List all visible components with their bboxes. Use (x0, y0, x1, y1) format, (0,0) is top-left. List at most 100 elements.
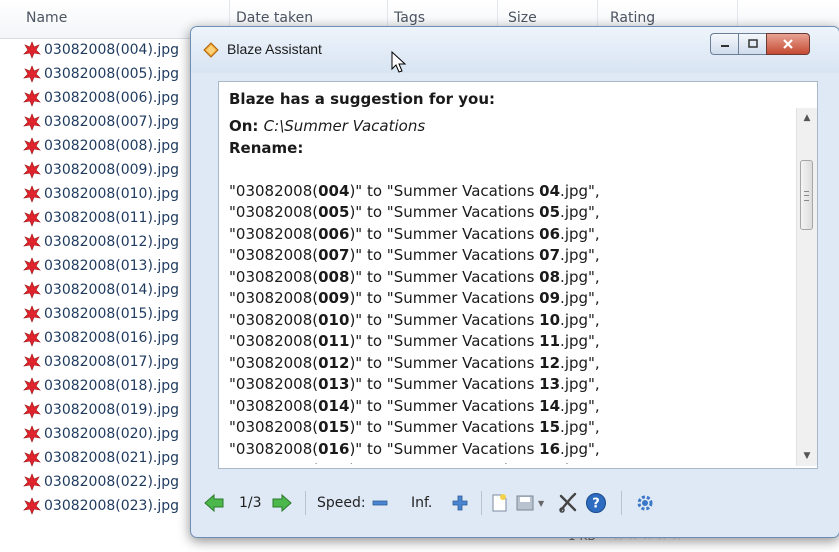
file-list-item[interactable]: 03082008(009).jpg (0, 158, 200, 182)
file-list-item[interactable]: 03082008(018).jpg (0, 374, 200, 398)
close-button[interactable] (766, 33, 810, 55)
file-list-item[interactable]: 03082008(010).jpg (0, 182, 200, 206)
file-list-item[interactable]: 03082008(023).jpg (0, 494, 200, 518)
file-list-item[interactable]: 03082008(007).jpg (0, 110, 200, 134)
blaze-file-icon (23, 425, 41, 443)
old-index: 006 (318, 224, 350, 243)
previous-button[interactable] (203, 491, 225, 515)
file-list-item[interactable]: 03082008(015).jpg (0, 302, 200, 326)
toolbar-separator (305, 491, 306, 515)
rename-line: "03082008(010)" to "Summer Vacations 10.… (229, 310, 600, 329)
blaze-file-icon (23, 41, 41, 59)
title-bar[interactable]: Blaze Assistant (191, 27, 839, 73)
scroll-up-arrow-icon: ▲ (803, 113, 811, 123)
old-index: 012 (318, 353, 350, 372)
file-name: 03082008(020).jpg (44, 426, 180, 442)
rename-line: "03082008(011)" to "Summer Vacations 11.… (229, 332, 600, 350)
file-list-item[interactable]: 03082008(021).jpg (0, 446, 200, 470)
blaze-file-icon (23, 305, 41, 323)
chevron-down-icon: ▼ (538, 498, 545, 508)
file-list-item[interactable]: 03082008(014).jpg (0, 278, 200, 302)
old-index: 010 (318, 310, 350, 329)
save-dropdown-button[interactable]: ▼ (515, 491, 544, 515)
file-list-item[interactable]: 03082008(013).jpg (0, 254, 200, 278)
plus-icon (452, 495, 468, 511)
scroll-down-button[interactable]: ▼ (797, 446, 817, 466)
rename-line: "03082008(007)" to "Summer Vacations 07.… (229, 246, 600, 264)
window-controls (710, 33, 810, 55)
rename-line: "03082008(009)" to "Summer Vacations 09.… (229, 289, 600, 307)
speed-decrease-button[interactable] (371, 491, 389, 515)
maximize-button[interactable] (738, 33, 766, 55)
toolbar-separator (621, 491, 622, 515)
wrench-scissors-icon (559, 492, 577, 513)
file-list-item[interactable]: 03082008(019).jpg (0, 398, 200, 422)
file-name: 03082008(022).jpg (44, 474, 180, 490)
maximize-icon (747, 39, 758, 48)
help-icon: ? (586, 493, 606, 513)
file-list-item[interactable]: 03082008(005).jpg (0, 62, 200, 86)
target-folder-path: C:\Summer Vacations (263, 117, 426, 135)
rename-line: "03082008(008)" to "Summer Vacations 08.… (229, 267, 600, 286)
suggestion-text[interactable]: On: C:\Summer Vacations Rename: "0308200… (229, 116, 794, 464)
file-name: 03082008(017).jpg (44, 354, 180, 370)
file-name: 03082008(006).jpg (44, 90, 180, 106)
file-list-item[interactable]: 03082008(016).jpg (0, 326, 200, 350)
new-index: 12 (539, 353, 561, 372)
arrow-right-icon (272, 493, 292, 513)
file-list-item[interactable]: 03082008(017).jpg (0, 350, 200, 374)
blaze-file-icon (23, 185, 41, 203)
new-document-button[interactable] (489, 491, 509, 515)
blaze-file-icon (23, 233, 41, 251)
blaze-assistant-window: Blaze Assistant Blaze has a suggestion f… (190, 26, 839, 538)
bottom-toolbar: 1/3 Speed: Inf. ▼ ? (191, 479, 839, 533)
file-name: 03082008(007).jpg (44, 114, 180, 130)
speed-increase-button[interactable] (451, 491, 469, 515)
speed-label: Speed: (317, 495, 366, 511)
help-button[interactable]: ? (585, 491, 607, 515)
file-name: 03082008(012).jpg (44, 234, 180, 250)
file-list-item[interactable]: 03082008(011).jpg (0, 206, 200, 230)
old-index: 017 (318, 461, 349, 464)
target-folder-line: On: C:\Summer Vacations (229, 116, 794, 138)
file-name: 03082008(015).jpg (44, 306, 180, 322)
old-index: 014 (318, 396, 350, 415)
blaze-diamond-icon (203, 42, 219, 58)
file-list-item[interactable]: 03082008(004).jpg (0, 38, 200, 62)
blaze-file-icon (23, 209, 41, 227)
file-list-item[interactable]: 03082008(008).jpg (0, 134, 200, 158)
minimize-icon (720, 45, 729, 47)
file-list-item[interactable]: 03082008(020).jpg (0, 422, 200, 446)
vertical-scrollbar[interactable]: ▲ ▼ (796, 108, 817, 466)
new-index: 17 (539, 461, 560, 464)
options-button[interactable] (635, 491, 655, 515)
scroll-thumb[interactable] (800, 160, 813, 230)
file-list-item[interactable]: 03082008(012).jpg (0, 230, 200, 254)
rename-list: "03082008(004)" to "Summer Vacations 04.… (229, 181, 794, 465)
blaze-file-icon (23, 329, 41, 347)
file-name: 03082008(004).jpg (44, 42, 180, 58)
file-name: 03082008(005).jpg (44, 66, 180, 82)
rename-label: Rename: (229, 138, 304, 157)
old-index: 005 (318, 203, 350, 221)
blaze-file-icon (23, 353, 41, 371)
blaze-file-icon (23, 137, 41, 155)
blaze-file-icon (23, 473, 41, 491)
blaze-file-icon (23, 281, 41, 299)
new-index: 04 (539, 181, 561, 200)
settings-tools-button[interactable] (557, 491, 579, 515)
scroll-down-arrow-icon: ▼ (803, 451, 811, 461)
blaze-file-icon (23, 65, 41, 83)
old-index: 004 (318, 181, 350, 200)
file-name: 03082008(009).jpg (44, 162, 180, 178)
file-name: 03082008(010).jpg (44, 186, 180, 202)
file-name: 03082008(011).jpg (44, 210, 180, 226)
next-button[interactable] (271, 491, 293, 515)
file-list-item[interactable]: 03082008(006).jpg (0, 86, 200, 110)
minimize-button[interactable] (710, 33, 738, 55)
file-list-item[interactable]: 03082008(022).jpg (0, 470, 200, 494)
new-index: 07 (539, 246, 561, 264)
new-index: 06 (539, 224, 561, 243)
page-indicator: 1/3 (239, 495, 262, 511)
scroll-up-button[interactable]: ▲ (797, 108, 817, 128)
